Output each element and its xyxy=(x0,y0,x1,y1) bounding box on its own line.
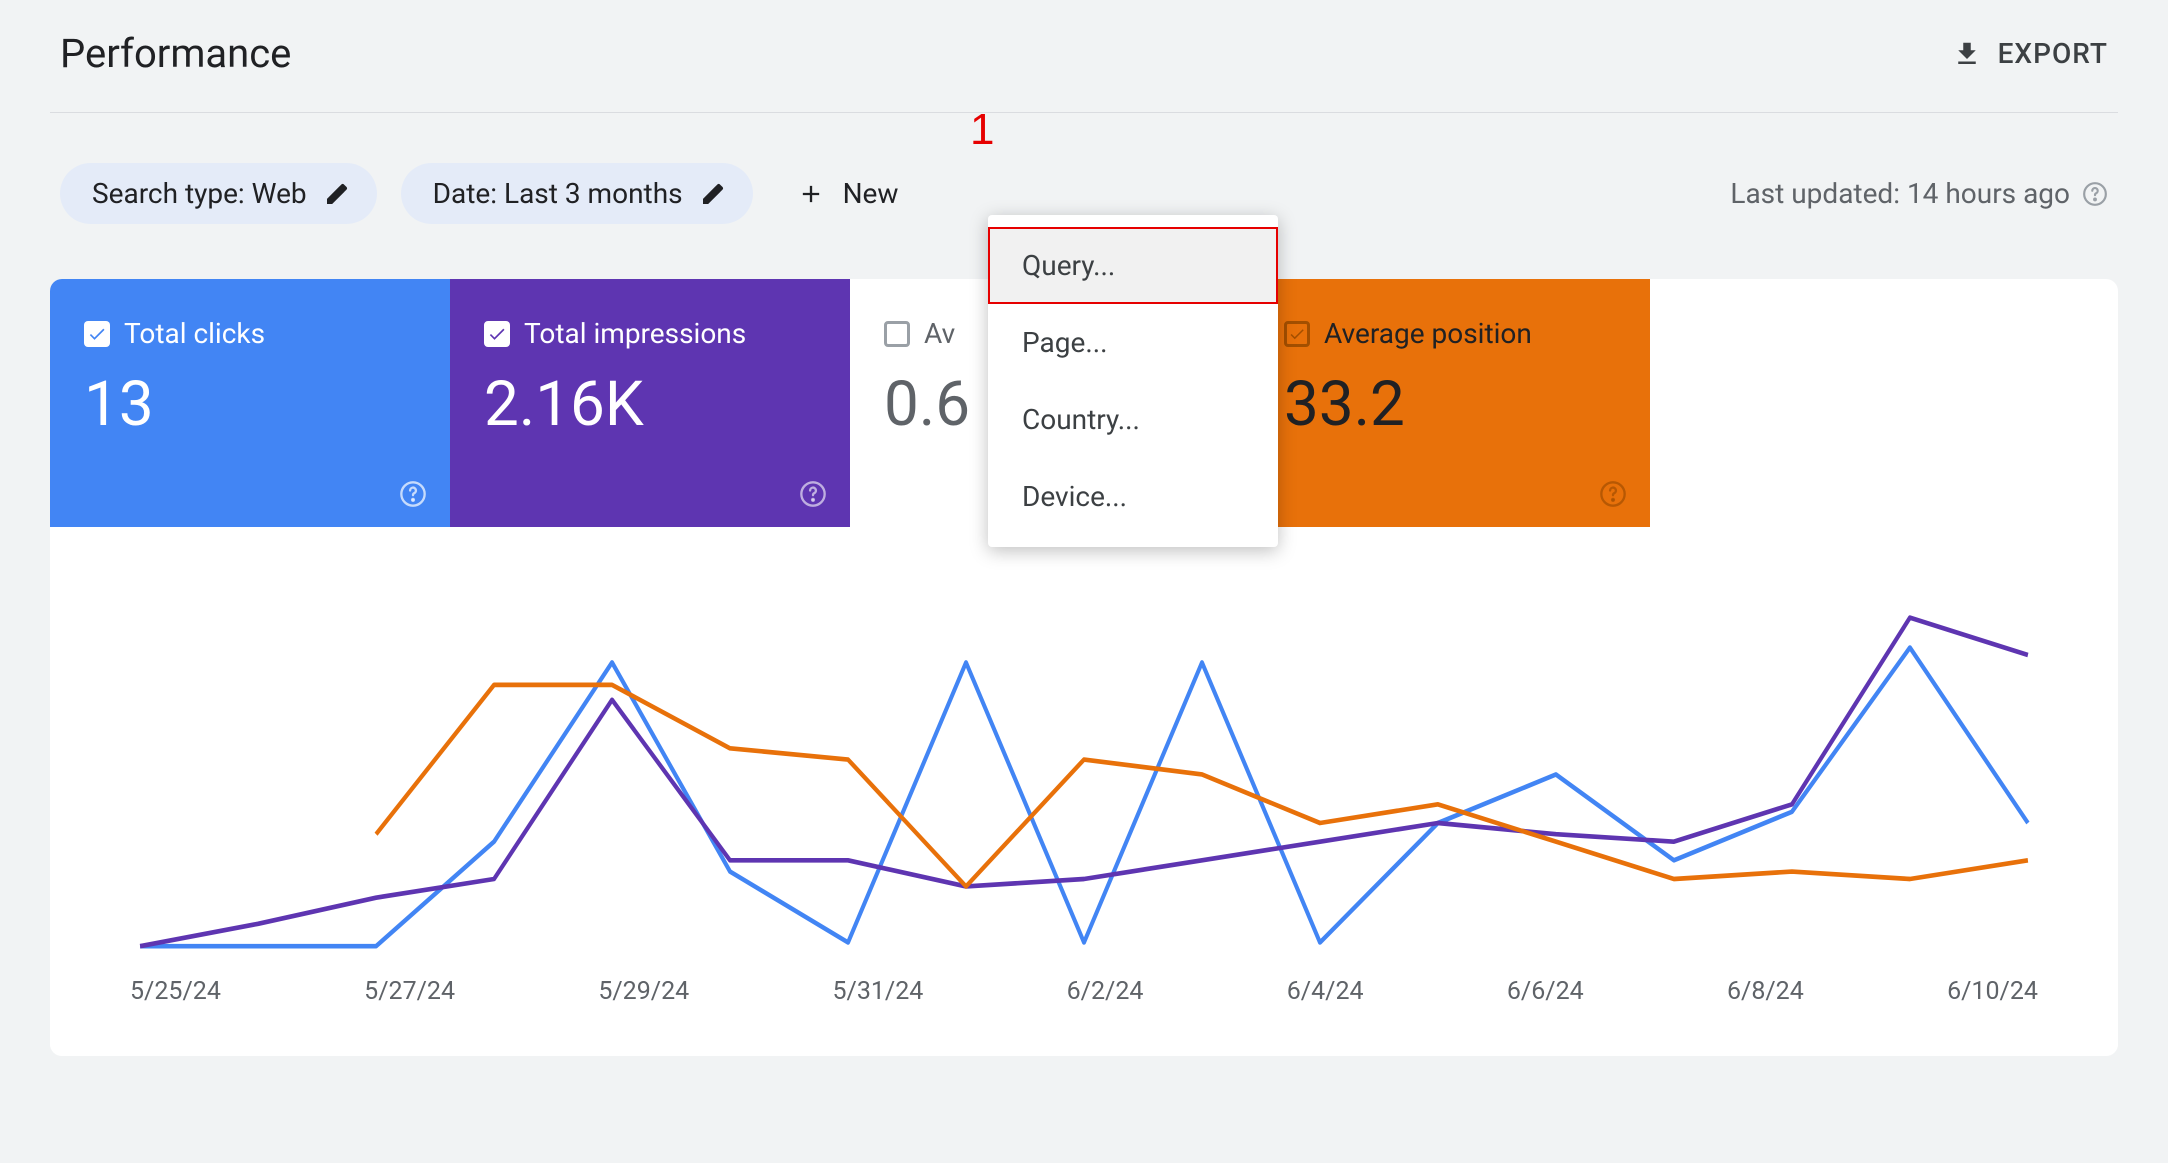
metric-tile-impressions[interactable]: Total impressions 2.16K xyxy=(450,279,850,527)
x-tick-label: 5/29/24 xyxy=(598,977,689,1006)
x-tick-label: 5/31/24 xyxy=(832,977,923,1006)
new-label: New xyxy=(843,177,899,210)
new-filter-dropdown: Query... Page... Country... Device... xyxy=(988,215,1278,547)
chip-label: Search type: Web xyxy=(92,177,307,210)
filter-chip-search-type[interactable]: Search type: Web xyxy=(60,163,377,224)
metric-label: Av xyxy=(924,317,955,350)
metric-label: Average position xyxy=(1324,317,1532,350)
last-updated-text: Last updated: 14 hours ago xyxy=(1730,177,2108,210)
x-tick-label: 5/27/24 xyxy=(364,977,455,1006)
add-filter-button[interactable]: New xyxy=(777,163,919,224)
checkbox-icon xyxy=(484,321,510,347)
x-tick-label: 5/25/24 xyxy=(130,977,221,1006)
chip-label: Date: Last 3 months xyxy=(433,177,683,210)
pencil-icon xyxy=(701,182,725,206)
checkbox-icon xyxy=(1284,321,1310,347)
checkbox-icon xyxy=(84,321,110,347)
metric-value: 33.2 xyxy=(1284,368,1616,441)
line-chart xyxy=(120,557,2048,977)
x-tick-label: 6/10/24 xyxy=(1947,977,2038,1006)
download-icon xyxy=(1952,39,1982,69)
x-tick-label: 6/8/24 xyxy=(1727,977,1804,1006)
export-label: EXPORT xyxy=(1998,37,2108,70)
dropdown-item-page[interactable]: Page... xyxy=(988,304,1278,381)
x-tick-label: 6/2/24 xyxy=(1067,977,1144,1006)
checkbox-icon xyxy=(884,321,910,347)
filter-chip-date[interactable]: Date: Last 3 months xyxy=(401,163,753,224)
pencil-icon xyxy=(325,182,349,206)
metric-value: 2.16K xyxy=(484,368,816,441)
export-button[interactable]: EXPORT xyxy=(1952,37,2108,70)
page-title: Performance xyxy=(60,30,291,77)
metric-label: Total clicks xyxy=(124,317,265,350)
plus-icon xyxy=(797,180,825,208)
metric-tile-position[interactable]: Average position 33.2 xyxy=(1250,279,1650,527)
metric-label: Total impressions xyxy=(524,317,746,350)
dropdown-item-device[interactable]: Device... xyxy=(988,458,1278,535)
help-icon[interactable] xyxy=(798,479,828,509)
dropdown-item-country[interactable]: Country... xyxy=(988,381,1278,458)
annotation-marker-1: 1 xyxy=(970,105,994,155)
help-icon[interactable] xyxy=(2082,181,2108,207)
metric-value: 13 xyxy=(84,368,416,441)
chart-area: 5/25/24 5/27/24 5/29/24 5/31/24 6/2/24 6/4/24… xyxy=(50,527,2118,1056)
x-tick-label: 6/4/24 xyxy=(1287,977,1364,1006)
x-tick-label: 6/6/24 xyxy=(1507,977,1584,1006)
help-icon[interactable] xyxy=(1598,479,1628,509)
metric-tile-clicks[interactable]: Total clicks 13 xyxy=(50,279,450,527)
help-icon[interactable] xyxy=(398,479,428,509)
dropdown-item-query[interactable]: Query... xyxy=(988,227,1278,304)
